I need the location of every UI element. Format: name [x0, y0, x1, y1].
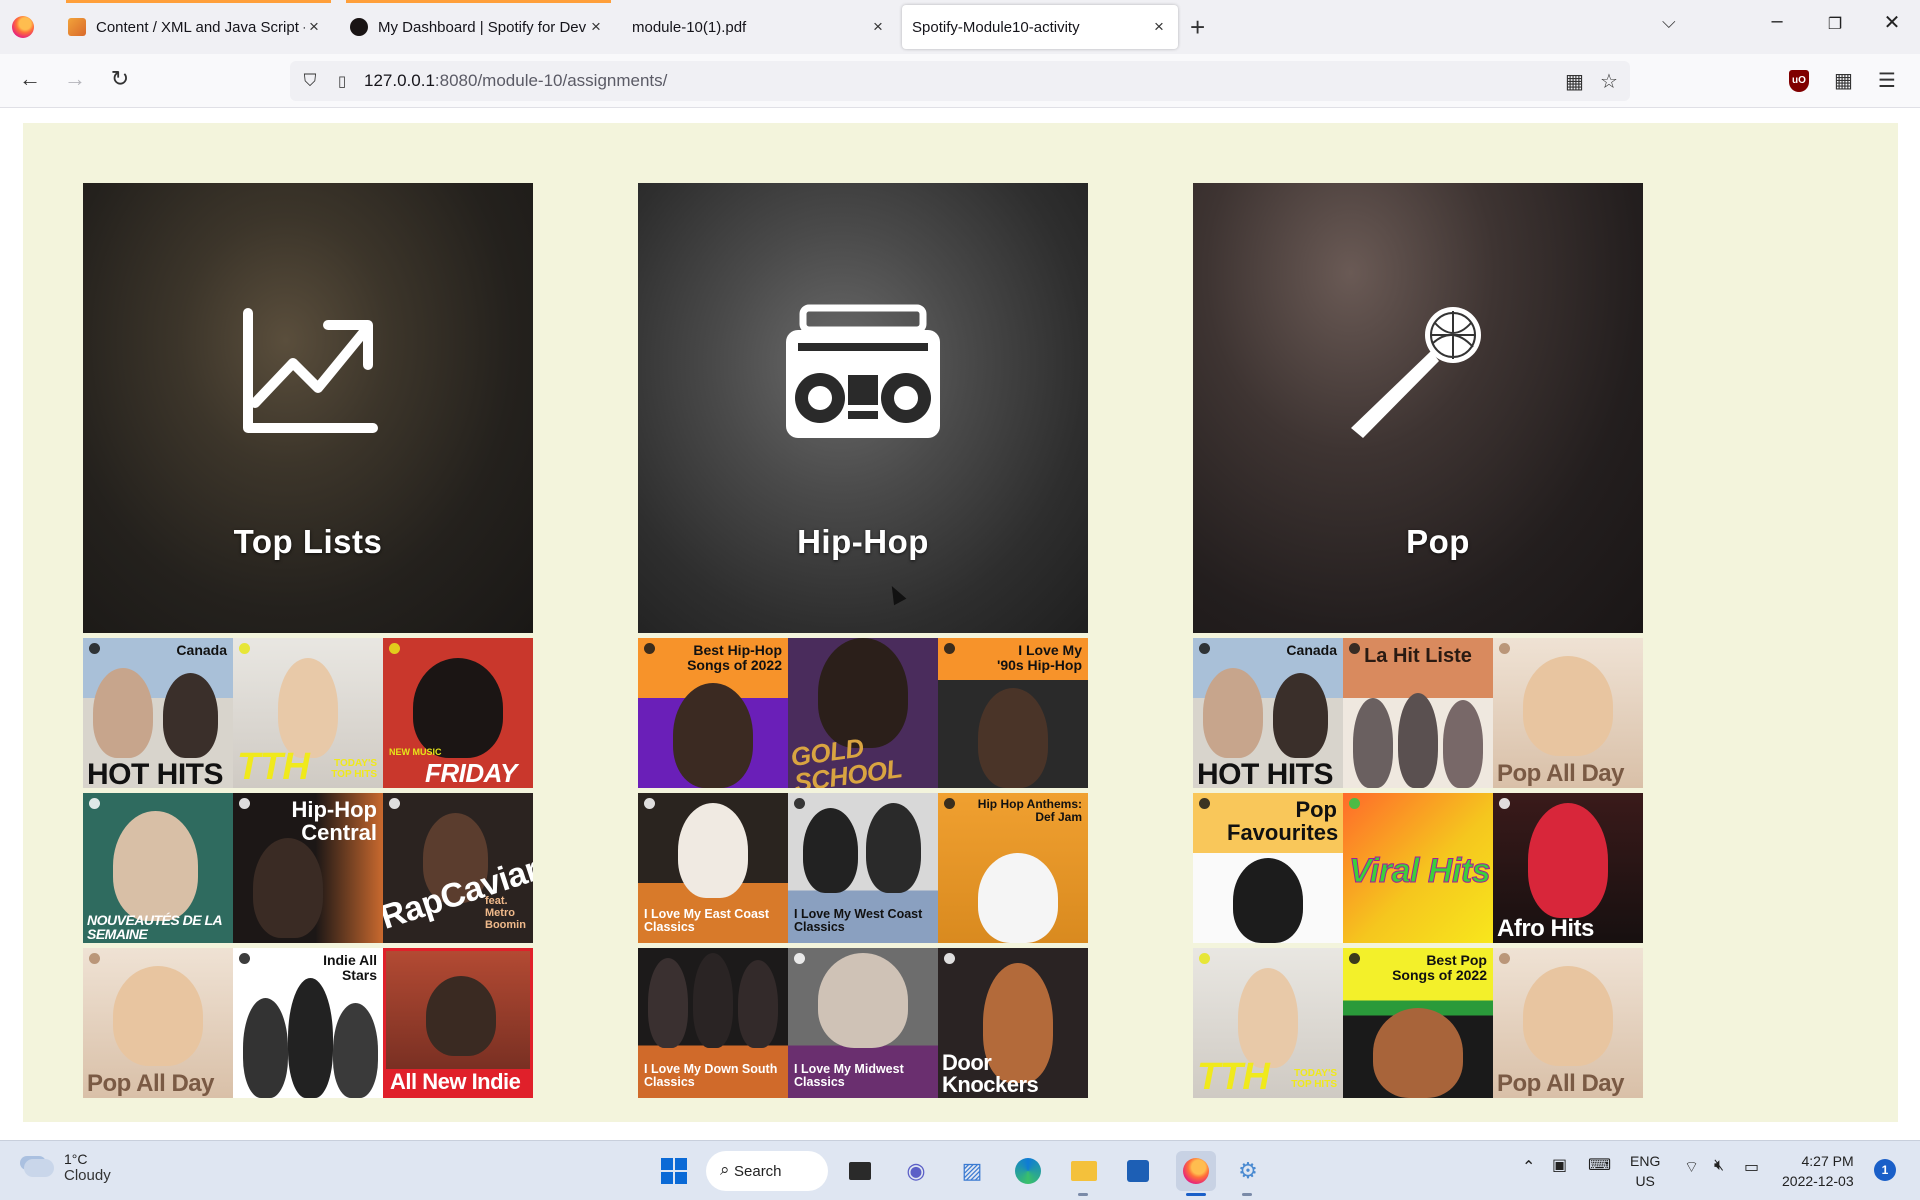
- page-content: Top Lists Canada HOT HITS TTH TODAY'S TO…: [23, 123, 1898, 1122]
- back-button[interactable]: ←: [15, 66, 45, 92]
- microphone-icon: [1193, 303, 1643, 443]
- tab-loading-indicator: [346, 0, 611, 3]
- playlist-tile[interactable]: Indie All Stars: [233, 948, 383, 1098]
- minimize-button[interactable]: –: [1757, 10, 1797, 33]
- search-icon: ⌕: [720, 1160, 730, 1179]
- taskbar-search[interactable]: ⌕ Search: [706, 1151, 828, 1191]
- playlist-tile[interactable]: I Love My Down South Classics: [638, 948, 788, 1098]
- language-indicator[interactable]: ENG US: [1630, 1151, 1660, 1191]
- playlist-tile[interactable]: Best Hip-Hop Songs of 2022: [638, 638, 788, 788]
- category-card-hip-hop[interactable]: Hip-Hop Best Hip-Hop Songs of 2022 GOLD …: [638, 183, 1088, 1098]
- chevron-up-icon[interactable]: ⌃: [1522, 1157, 1535, 1177]
- new-tab-button[interactable]: +: [1190, 12, 1205, 42]
- address-bar[interactable]: ⛉ ▯ 127.0.0.1:8080/module-10/assignments…: [290, 61, 1630, 101]
- close-icon[interactable]: ×: [869, 17, 887, 37]
- playlist-tile[interactable]: Canada HOT HITS: [83, 638, 233, 788]
- keyboard-icon[interactable]: ⌨: [1588, 1155, 1611, 1175]
- notification-badge[interactable]: 1: [1874, 1159, 1896, 1181]
- shield-icon[interactable]: ⛉: [290, 71, 330, 91]
- playlist-tile[interactable]: All New Indie: [383, 948, 533, 1098]
- chart-icon: [83, 303, 533, 443]
- file-explorer-icon[interactable]: [1068, 1155, 1100, 1187]
- category-title: Pop: [1406, 523, 1470, 560]
- spotify-icon: [350, 18, 368, 36]
- chat-icon[interactable]: ◉: [900, 1155, 932, 1187]
- playlist-tile[interactable]: La Hit Liste: [1343, 638, 1493, 788]
- playlist-tile[interactable]: Pop Favourites: [1193, 793, 1343, 943]
- category-card-top-lists[interactable]: Top Lists Canada HOT HITS TTH TODAY'S TO…: [83, 183, 533, 1098]
- battery-icon[interactable]: ▭: [1744, 1157, 1759, 1177]
- photos-icon[interactable]: ▨: [956, 1155, 988, 1187]
- playlist-grid: Best Hip-Hop Songs of 2022 GOLD SCHOOL I…: [638, 638, 1088, 1098]
- taskbar: 1°C Cloudy ⌕ Search ◉ ▨ ⚙ ⌃ ▣ ⌨ ENG US ⌔…: [0, 1140, 1920, 1200]
- bookmark-star-icon[interactable]: ☆: [1600, 69, 1618, 94]
- playlist-tile[interactable]: I Love My West Coast Classics: [788, 793, 938, 943]
- forward-button[interactable]: →: [60, 66, 90, 92]
- playlist-tile[interactable]: Canada HOT HITS: [1193, 638, 1343, 788]
- firefox-icon[interactable]: [12, 16, 34, 38]
- store-icon[interactable]: [1122, 1155, 1154, 1187]
- playlist-grid: Canada HOT HITS La Hit Liste Pop All Day…: [1193, 638, 1643, 1098]
- extensions-icon[interactable]: ▦: [1834, 68, 1853, 93]
- tab-spotify-activity[interactable]: Spotify-Module10-activity ×: [902, 5, 1178, 49]
- playlist-tile[interactable]: TTH TODAY'S TOP HITS: [1193, 948, 1343, 1098]
- playlist-grid: Canada HOT HITS TTH TODAY'S TOP HITS NEW…: [83, 638, 533, 1098]
- playlist-tile[interactable]: GOLD SCHOOL: [788, 638, 938, 788]
- category-card-pop[interactable]: Pop Canada HOT HITS La Hit Liste Pop All…: [1193, 183, 1643, 1098]
- close-window-button[interactable]: ✕: [1872, 10, 1912, 35]
- playlist-tile[interactable]: Viral Hits: [1343, 793, 1493, 943]
- playlist-tile[interactable]: I Love My Midwest Classics: [788, 948, 938, 1098]
- navigation-bar: ← → ↻ ⛉ ▯ 127.0.0.1:8080/module-10/assig…: [0, 54, 1920, 108]
- playlist-tile[interactable]: Hip Hop Anthems: Def Jam: [938, 793, 1088, 943]
- qr-code-icon[interactable]: ▦: [1565, 69, 1584, 94]
- category-hero[interactable]: Pop: [1193, 183, 1643, 633]
- playlist-tile[interactable]: TTH TODAY'S TOP HITS: [233, 638, 383, 788]
- tab-module-pdf[interactable]: module-10(1).pdf ×: [622, 5, 897, 49]
- tab-content-xml[interactable]: Content / XML and Java Script - ×: [58, 5, 333, 49]
- pencil-icon: [68, 18, 86, 36]
- playlist-tile[interactable]: Best Pop Songs of 2022: [1343, 948, 1493, 1098]
- chevron-down-icon[interactable]: ⌵: [1662, 12, 1676, 33]
- cloud-icon: [24, 1158, 54, 1177]
- weather-widget[interactable]: 1°C Cloudy: [24, 1151, 111, 1184]
- close-icon[interactable]: ×: [587, 17, 605, 37]
- playlist-tile[interactable]: Afro Hits: [1493, 793, 1643, 943]
- playlist-tile[interactable]: Pop All Day: [1493, 638, 1643, 788]
- tab-bar: Content / XML and Java Script - × My Das…: [0, 0, 1920, 54]
- category-hero[interactable]: Top Lists: [83, 183, 533, 633]
- menu-icon[interactable]: ☰: [1878, 68, 1896, 93]
- playlist-tile[interactable]: Pop All Day: [83, 948, 233, 1098]
- playlist-tile[interactable]: Door Knockers: [938, 948, 1088, 1098]
- windows-start-icon[interactable]: [658, 1155, 690, 1187]
- restore-button[interactable]: ❐: [1815, 14, 1855, 34]
- tab-loading-indicator: [66, 0, 331, 3]
- category-title: Top Lists: [233, 523, 383, 560]
- edge-icon[interactable]: [1012, 1155, 1044, 1187]
- clock[interactable]: 4:27 PM 2022-12-03: [1782, 1151, 1854, 1191]
- playlist-tile[interactable]: Pop All Day: [1493, 948, 1643, 1098]
- ublock-origin-icon[interactable]: uO: [1789, 70, 1809, 92]
- close-icon[interactable]: ×: [1150, 17, 1168, 37]
- tab-spotify-dashboard[interactable]: My Dashboard | Spotify for Dev ×: [340, 5, 615, 49]
- category-title: Hip-Hop: [797, 523, 929, 560]
- playlist-tile[interactable]: RapCaviar feat. Metro Boomin: [383, 793, 533, 943]
- close-icon[interactable]: ×: [305, 17, 323, 37]
- tray-app-icon[interactable]: ▣: [1552, 1155, 1567, 1175]
- boombox-icon: [638, 303, 1088, 443]
- wifi-icon[interactable]: ⌔: [1684, 1157, 1699, 1177]
- playlist-tile[interactable]: Hip-Hop Central: [233, 793, 383, 943]
- playlist-tile[interactable]: I Love My '90s Hip-Hop: [938, 638, 1088, 788]
- task-view-icon[interactable]: [844, 1155, 876, 1187]
- page-icon[interactable]: ▯: [330, 72, 354, 90]
- category-hero[interactable]: Hip-Hop: [638, 183, 1088, 633]
- firefox-taskbar-icon[interactable]: [1176, 1151, 1216, 1191]
- settings-gear-icon[interactable]: ⚙: [1232, 1155, 1264, 1187]
- playlist-tile[interactable]: NOUVEAUTÉS DE LA SEMAINE: [83, 793, 233, 943]
- reload-button[interactable]: ↻: [105, 66, 135, 92]
- speaker-muted-icon[interactable]: 🔇︎: [1714, 1157, 1724, 1175]
- playlist-tile[interactable]: I Love My East Coast Classics: [638, 793, 788, 943]
- playlist-tile[interactable]: NEW MUSIC FRIDAY: [383, 638, 533, 788]
